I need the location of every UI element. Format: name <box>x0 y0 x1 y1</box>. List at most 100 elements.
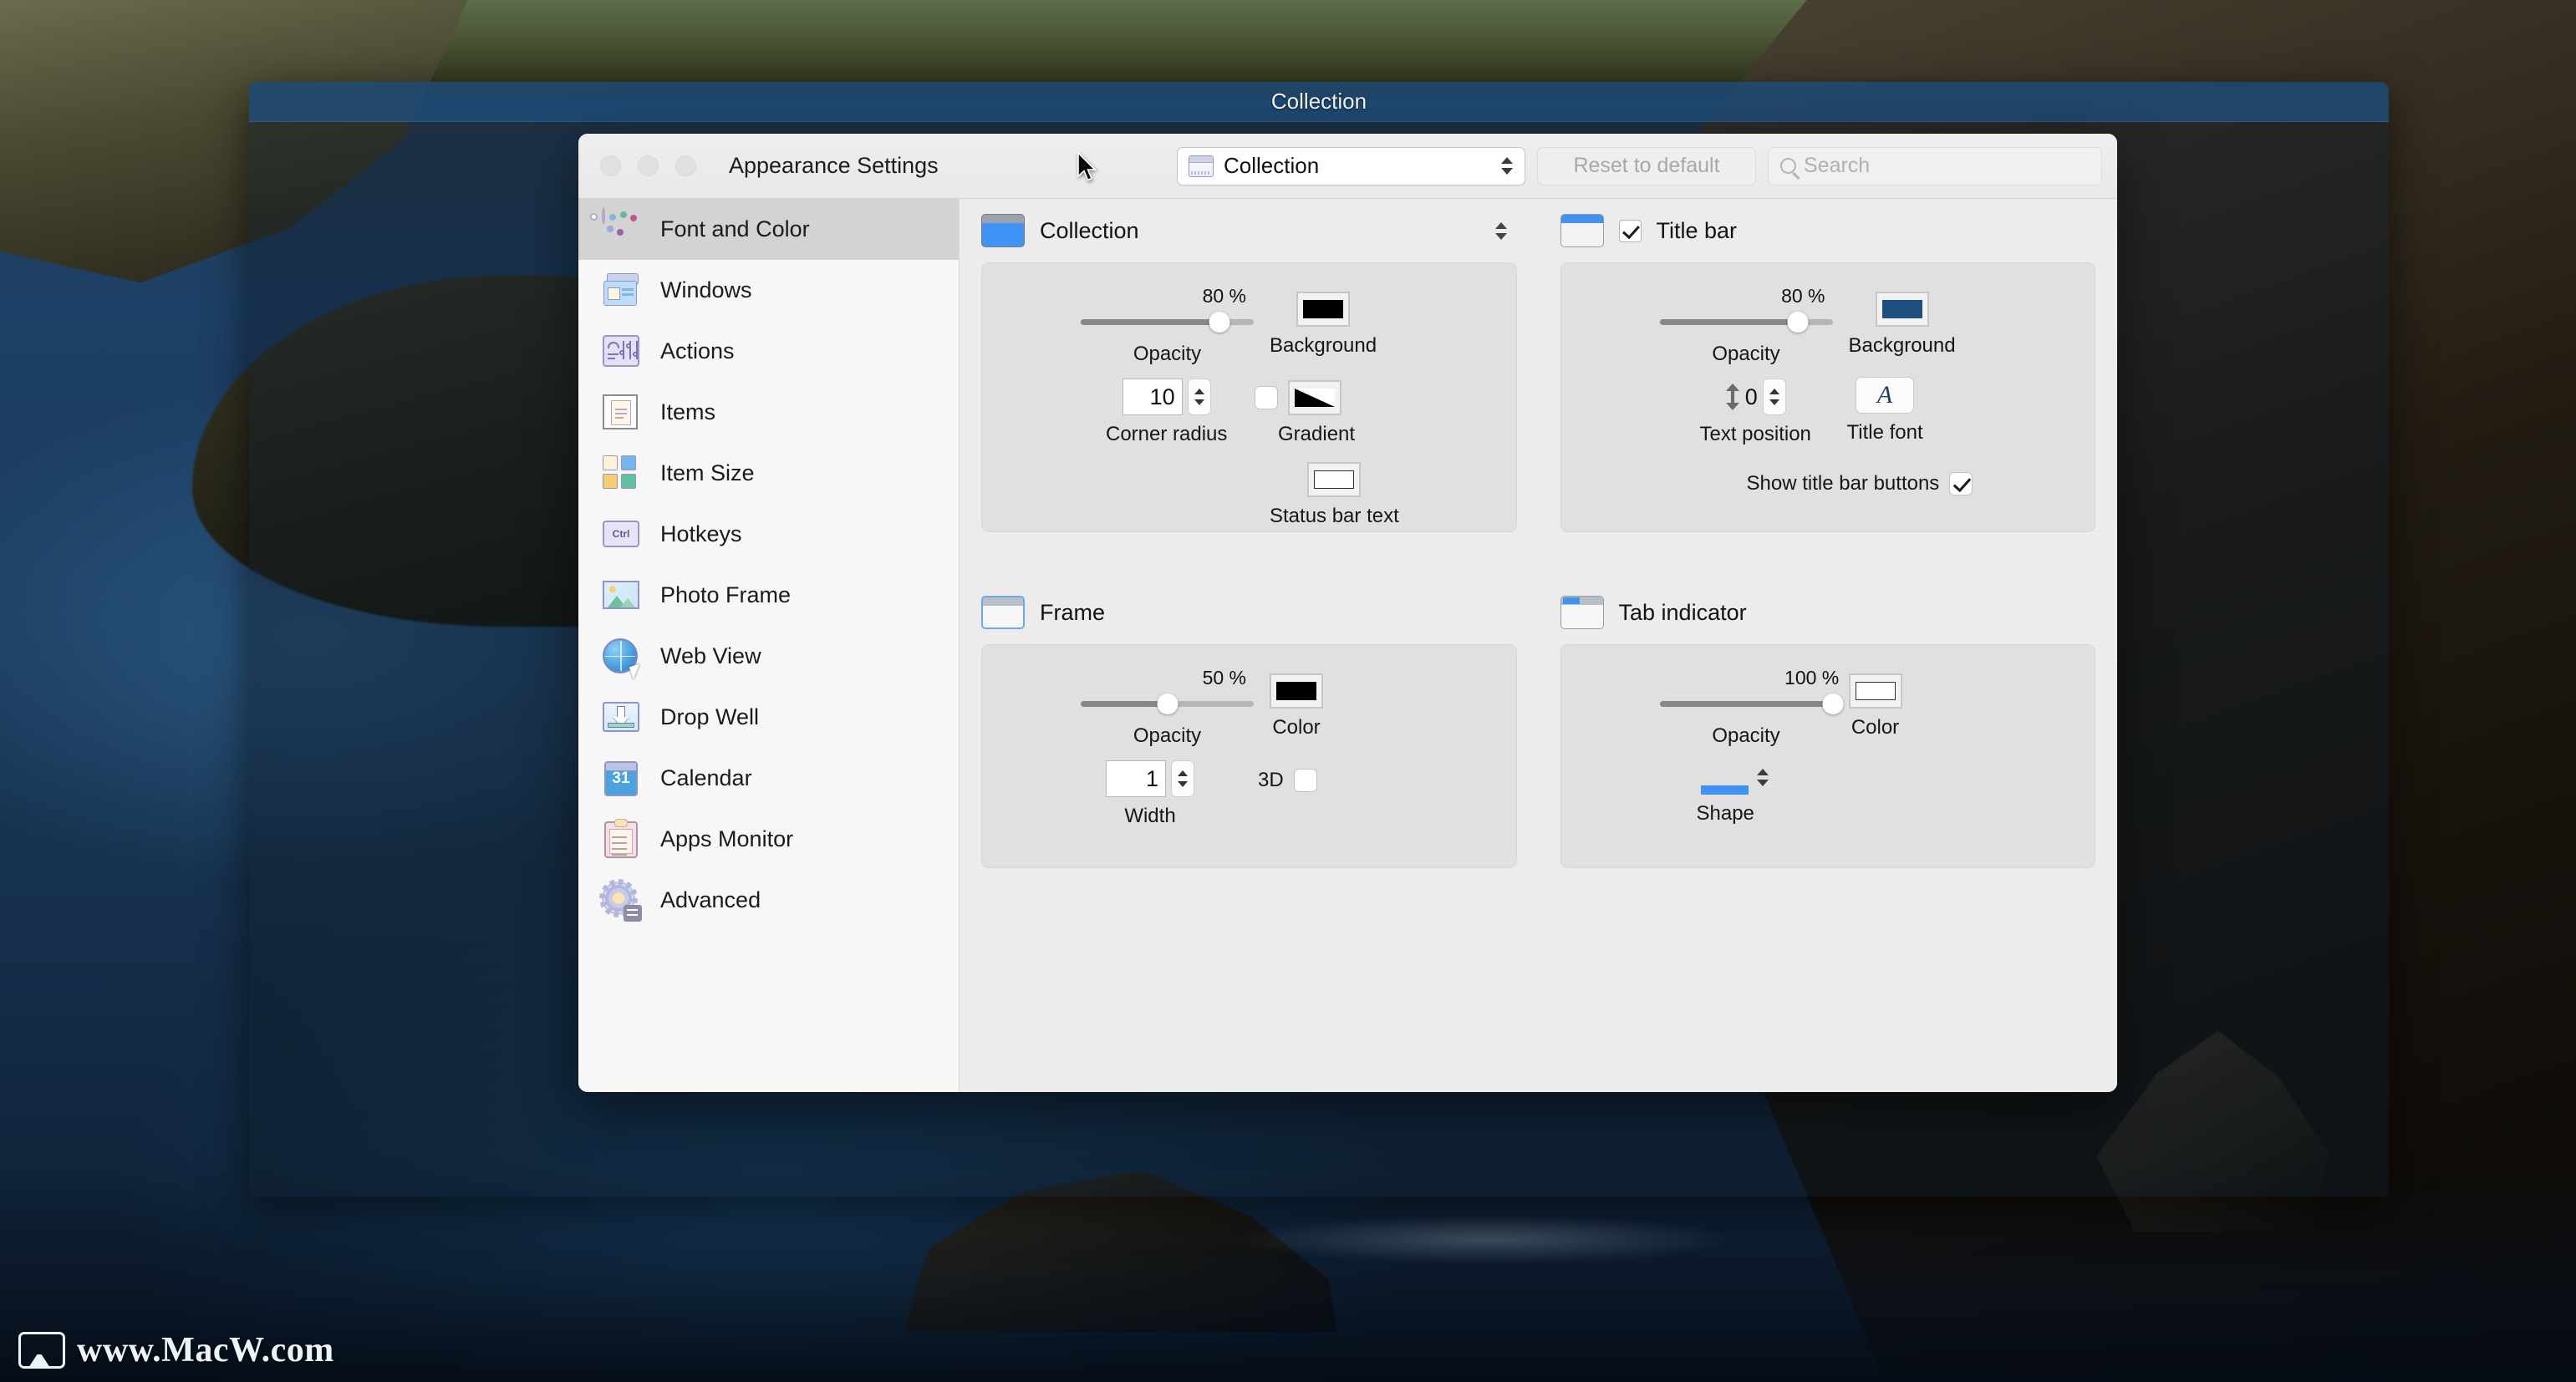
show-title-bar-buttons-label: Show title bar buttons <box>1746 472 1940 495</box>
sidebar-item-label: Actions <box>660 338 735 363</box>
frame-color-well[interactable] <box>1270 673 1323 709</box>
settings-sections: Collection 80 % Opacity Background 10 Co… <box>960 199 2117 868</box>
sidebar-item-label: Drop Well <box>660 704 760 729</box>
collection-opacity-value: 80 % <box>1202 285 1247 307</box>
settings-sidebar[interactable]: Font and Color Windows Actions Items Ite… <box>578 199 960 1092</box>
sidebar-item-items[interactable]: Items <box>578 382 959 443</box>
title-bar-background-well[interactable] <box>1875 292 1929 327</box>
photo-icon <box>600 575 642 617</box>
gradient-checkbox[interactable] <box>1255 386 1279 409</box>
collection-opacity-slider[interactable]: 80 % <box>1081 285 1254 335</box>
tab-indicator-shape-control: Shape <box>1697 769 1776 826</box>
sidebar-item-calendar[interactable]: 31 Calendar <box>578 748 959 809</box>
sidebar-item-photo-frame[interactable]: Photo Frame <box>578 565 959 626</box>
title-bar-opacity-slider[interactable]: 80 % <box>1659 285 1833 335</box>
collection-popup-button[interactable]: Collection <box>1177 146 1525 185</box>
sidebar-item-label: Web View <box>660 643 761 668</box>
close-button[interactable] <box>600 155 621 176</box>
search-input[interactable]: Search <box>1768 146 2102 185</box>
sidebar-item-font-and-color[interactable]: Font and Color <box>578 199 959 260</box>
appearance-settings-window[interactable]: Appearance Settings Collection Reset to … <box>578 134 2117 1092</box>
settings-main-pane: Collection 80 % Opacity Background 10 Co… <box>960 199 2117 1092</box>
sidebar-item-hotkeys[interactable]: Ctrl Hotkeys <box>578 504 959 565</box>
frame-width-label: Width <box>1124 805 1176 827</box>
title-bar-enabled-checkbox[interactable] <box>1618 219 1642 242</box>
collection-status-bar-text-label: Status bar text <box>1270 505 1399 527</box>
show-title-bar-buttons-checkbox[interactable] <box>1949 472 1973 495</box>
collection-corner-radius-label: Corner radius <box>1106 423 1228 445</box>
window-controls <box>600 155 696 176</box>
frame-opacity-slider[interactable]: 50 % <box>1081 667 1254 717</box>
section-tab-indicator-title: Tab indicator <box>1618 599 1747 625</box>
window-icon <box>1189 155 1214 177</box>
sidebar-item-label: Font and Color <box>660 216 810 241</box>
collection-background-well[interactable] <box>1296 292 1351 327</box>
sidebar-item-label: Items <box>660 399 716 424</box>
mouse-cursor <box>1077 152 1097 181</box>
frame-width-control: 1 Width <box>1106 760 1194 828</box>
tab-indicator-color-well[interactable] <box>1848 673 1902 709</box>
ctrl-key-label: Ctrl <box>603 520 639 547</box>
frame-width-input[interactable]: 1 <box>1106 760 1166 797</box>
sidebar-item-label: Windows <box>660 277 752 302</box>
section-collection: Collection 80 % Opacity Background 10 Co… <box>960 199 1539 532</box>
tab-indicator-color-control: Color <box>1848 673 1902 739</box>
sidebar-item-web-view[interactable]: Web View <box>578 626 959 687</box>
collection-gradient-label: Gradient <box>1278 423 1356 445</box>
sidebar-item-label: Advanced <box>660 887 761 912</box>
reset-to-default-button[interactable]: Reset to default <box>1537 146 1756 185</box>
title-bar-opacity-control: 80 % Opacity <box>1659 285 1833 366</box>
collection-background-label: Background <box>1270 334 1377 357</box>
tab-indicator-color-label: Color <box>1851 716 1900 739</box>
text-position-value: 0 <box>1744 384 1758 409</box>
zoom-button[interactable] <box>675 155 696 176</box>
corner-radius-input[interactable]: 10 <box>1122 379 1183 415</box>
collection-corner-radius-control: 10 Corner radius <box>1106 379 1227 446</box>
chevron-up-down-icon[interactable] <box>1494 221 1507 240</box>
text-position-stepper[interactable] <box>1762 379 1786 415</box>
frame-color-label: Color <box>1272 716 1321 739</box>
shape-popup-button[interactable] <box>1700 769 1772 795</box>
frame-width-stepper[interactable] <box>1171 760 1194 797</box>
watermark-text: www.MacW.com <box>77 1331 334 1369</box>
section-title-bar-header: Title bar <box>1539 199 2118 262</box>
minimize-button[interactable] <box>638 155 659 176</box>
window-title: Appearance Settings <box>729 153 939 178</box>
shape-bar-preview <box>1700 785 1749 795</box>
tab-indicator-opacity-slider[interactable]: 100 % <box>1659 667 1843 717</box>
clipboard-icon <box>600 818 642 861</box>
document-icon <box>600 392 642 434</box>
tab-indicator-controls-card: 100 % Opacity Color Shape <box>1560 644 2095 868</box>
title-bar-controls-card: 80 % Opacity Background 0 Text position … <box>1560 262 2095 532</box>
sidebar-item-item-size[interactable]: Item Size <box>578 443 959 504</box>
gradient-well[interactable] <box>1288 380 1342 415</box>
title-bar-text-position-label: Text position <box>1699 423 1811 445</box>
sidebar-item-actions[interactable]: Actions <box>578 321 959 382</box>
windows-icon <box>600 270 642 312</box>
title-bar-background-label: Background <box>1848 334 1956 357</box>
sidebar-item-windows[interactable]: Windows <box>578 260 959 321</box>
frame-controls-card: 50 % Opacity Color 1 Width 3D <box>981 644 1517 868</box>
sidebar-item-apps-monitor[interactable]: Apps Monitor <box>578 809 959 870</box>
corner-radius-stepper[interactable] <box>1187 379 1211 415</box>
frame-3d-checkbox[interactable] <box>1293 769 1317 792</box>
tab-indicator-opacity-value: 100 % <box>1784 667 1840 688</box>
title-bar-background-control: Background <box>1849 292 1956 358</box>
toolbar-controls: Collection Reset to default Search <box>1177 146 2102 185</box>
tab-indicator-preview-icon <box>1560 596 1604 629</box>
collection-status-bar-text-control: Status bar text <box>1270 462 1399 528</box>
status-bar-text-well[interactable] <box>1307 462 1362 497</box>
search-icon <box>1780 158 1796 174</box>
section-title-bar-title: Title bar <box>1656 217 1738 243</box>
title-bar-text-position-control: 0 Text position <box>1700 379 1811 446</box>
title-font-button[interactable]: A <box>1856 377 1915 414</box>
title-bar-opacity-label: Opacity <box>1712 343 1780 365</box>
collection-window-title: Collection <box>1270 89 1367 114</box>
globe-cursor-icon <box>600 636 644 680</box>
sidebar-item-label: Calendar <box>660 765 752 790</box>
collection-title-bar[interactable]: Collection <box>249 82 2389 122</box>
sidebar-item-advanced[interactable]: Advanced <box>578 870 959 931</box>
wallpaper-foam <box>0 1165 2576 1382</box>
sidebar-item-drop-well[interactable]: Drop Well <box>578 687 959 748</box>
section-frame-header: Frame <box>960 581 1539 644</box>
